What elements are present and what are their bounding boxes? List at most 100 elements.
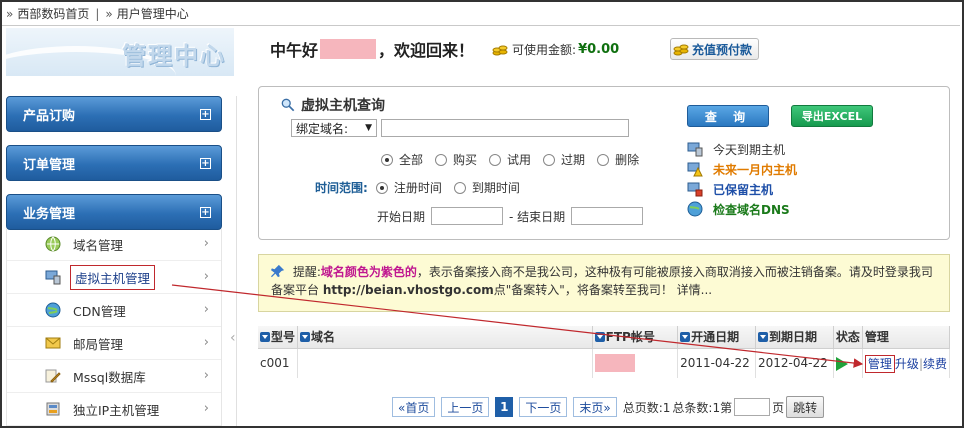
sidebar-item-label: 虚拟主机管理: [70, 264, 156, 290]
greeting-bar: 中午好 ，欢迎回来！ 可使用金额: ¥0.00: [270, 36, 619, 62]
balance-label: 可使用金额:: [512, 42, 577, 57]
sidebar: 产品订购 + 订单管理 + 业务管理 +: [6, 96, 222, 243]
end-date-input[interactable]: [571, 207, 644, 225]
query-button[interactable]: 查 询: [687, 105, 769, 127]
breadcrumb-current: 用户管理中心: [116, 7, 189, 21]
mail-icon: [45, 337, 61, 349]
breadcrumb-separator: |: [95, 6, 100, 21]
expand-plus-icon[interactable]: +: [200, 108, 211, 120]
status-radio-trial[interactable]: 试用: [489, 151, 531, 168]
pager-next[interactable]: 下一页: [519, 397, 568, 417]
expand-plus-icon[interactable]: +: [200, 157, 211, 169]
quick-link-today-expire[interactable]: 今天到期主机: [687, 139, 797, 159]
time-radio-register[interactable]: 注册时间: [375, 179, 442, 196]
pager-prev[interactable]: 上一页: [441, 397, 490, 417]
cell-open-date: 2011-04-22: [677, 348, 756, 378]
status-radio-all[interactable]: 全部: [381, 151, 423, 168]
notice-lead: 提醒:: [292, 265, 321, 279]
server-monitor-icon: [687, 142, 703, 157]
collapse-handle-icon[interactable]: ‹: [230, 330, 236, 346]
server-warning-icon: [687, 162, 703, 177]
cell-actions: 管理 升级|续费: [862, 348, 951, 378]
sidebar-item-mssql[interactable]: Mssql数据库 ›: [7, 360, 221, 393]
time-range-filter: 时间范围: 注册时间 到期时间: [315, 179, 532, 196]
sidebar-item-virtual-host[interactable]: 虚拟主机管理 ›: [7, 261, 221, 294]
logo: 管理中心: [6, 28, 234, 76]
column-header-ftp[interactable]: FTP帐号: [592, 326, 679, 349]
coins-icon: [492, 45, 508, 56]
chevron-right-icon: ›: [203, 368, 209, 383]
virtual-host-search-panel: 虚拟主机查询 绑定域名: ▼ 全部 购买 试用 过期 删除 时间范围: 注册时间…: [258, 86, 950, 240]
column-header-open-date[interactable]: 开通日期: [677, 326, 756, 349]
beian-link[interactable]: http://beian.vhostgo.com: [323, 283, 494, 297]
breadcrumb-home-link[interactable]: 西部数码首页: [17, 5, 89, 22]
pager-total-items: 总条数:1: [672, 400, 721, 415]
pin-icon: [271, 264, 285, 278]
export-excel-button[interactable]: 导出EXCEL: [791, 105, 873, 127]
column-header-manage: 管理: [862, 326, 951, 349]
sidebar-category-label: 订单管理: [23, 157, 76, 173]
sidebar-category-order-management[interactable]: 订单管理 +: [6, 145, 222, 181]
sidebar-item-label: 域名管理: [73, 237, 124, 253]
host-table: 型号 域名 FTP帐号 开通日期 到期日期 状态 管理 c001 2011-04…: [258, 326, 951, 378]
search-panel-title: 虚拟主机查询: [281, 95, 385, 115]
cell-model: c001: [258, 348, 299, 378]
sidebar-item-label: 独立IP主机管理: [73, 402, 160, 418]
pager-go-button[interactable]: 跳转: [786, 396, 825, 418]
cdn-globe-icon: [45, 302, 61, 318]
time-radio-expire[interactable]: 到期时间: [453, 179, 520, 196]
sidebar-item-cdn[interactable]: CDN管理 ›: [7, 294, 221, 327]
sidebar-item-mail[interactable]: 邮局管理 ›: [7, 327, 221, 360]
status-radio-expired[interactable]: 过期: [543, 151, 585, 168]
table-row: c001 2011-04-22 2012-04-22 管理 升级|续费: [258, 348, 951, 378]
sidebar-item-dedicated-ip[interactable]: 独立IP主机管理 ›: [7, 393, 221, 426]
chevron-right-icon: ›: [203, 335, 209, 350]
recharge-button[interactable]: 充值预付款: [670, 38, 760, 60]
expand-plus-icon[interactable]: +: [200, 206, 211, 218]
manage-link[interactable]: 管理: [864, 354, 895, 373]
sort-icon: [594, 332, 605, 343]
pager-goto-prefix: 第: [720, 400, 733, 415]
cell-domain[interactable]: [297, 348, 593, 378]
quick-link-check-dns[interactable]: 检查域名DNS: [687, 199, 797, 219]
quick-link-next-month[interactable]: 未来一月内主机: [687, 159, 797, 179]
pager-last[interactable]: 末页»: [573, 397, 617, 417]
cell-ftp: [592, 348, 679, 378]
status-radio-buy[interactable]: 购买: [435, 151, 477, 168]
sidebar-item-label: 邮局管理: [73, 336, 124, 352]
cell-status: [833, 348, 863, 378]
greeting-welcome: ，欢迎回来！: [378, 41, 475, 60]
column-header-domain[interactable]: 域名: [297, 326, 593, 349]
pager-first[interactable]: «首页: [392, 397, 436, 417]
sort-icon: [260, 332, 270, 343]
chevron-right-icon: »: [105, 6, 113, 21]
start-date-label: 开始日期: [377, 209, 426, 224]
column-header-expire-date[interactable]: 到期日期: [755, 326, 834, 349]
time-range-label: 时间范围:: [315, 181, 368, 195]
database-pencil-icon: [45, 369, 61, 383]
notice-banner: 提醒:域名颜色为紫色的，表示备案接入商不是我公司，这种极有可能被原接入商取消接入…: [258, 254, 950, 312]
sidebar-item-label: Mssql数据库: [73, 369, 146, 385]
quick-link-reserved[interactable]: 已保留主机: [687, 179, 797, 199]
status-radio-deleted[interactable]: 删除: [597, 151, 639, 168]
pager-goto-input[interactable]: [734, 398, 771, 416]
column-header-status: 状态: [833, 326, 863, 349]
server-lock-icon: [687, 182, 703, 197]
quick-links: 今天到期主机 未来一月内主机 已保留主机 检查域名DNS: [687, 139, 797, 219]
sidebar-category-business-management[interactable]: 业务管理 +: [6, 194, 222, 230]
bind-domain-select[interactable]: 绑定域名: ▼: [291, 119, 377, 137]
logo-title: 管理中心: [122, 42, 226, 70]
bind-domain-input[interactable]: [381, 119, 629, 137]
sidebar-category-product-order[interactable]: 产品订购 +: [6, 96, 222, 132]
notice-highlight: 域名颜色为紫色的: [320, 265, 417, 279]
sort-icon: [300, 332, 311, 343]
pager-goto-suffix: 页: [772, 400, 785, 415]
renew-link[interactable]: 续费: [923, 357, 947, 371]
pager-current: 1: [495, 397, 514, 417]
upgrade-link[interactable]: 升级: [895, 357, 919, 371]
sidebar-item-label: CDN管理: [73, 303, 126, 319]
start-date-input[interactable]: [431, 207, 504, 225]
column-header-model[interactable]: 型号: [258, 326, 299, 349]
sidebar-item-domain[interactable]: 域名管理 ›: [7, 228, 221, 261]
sidebar-category-label: 业务管理: [23, 206, 76, 222]
